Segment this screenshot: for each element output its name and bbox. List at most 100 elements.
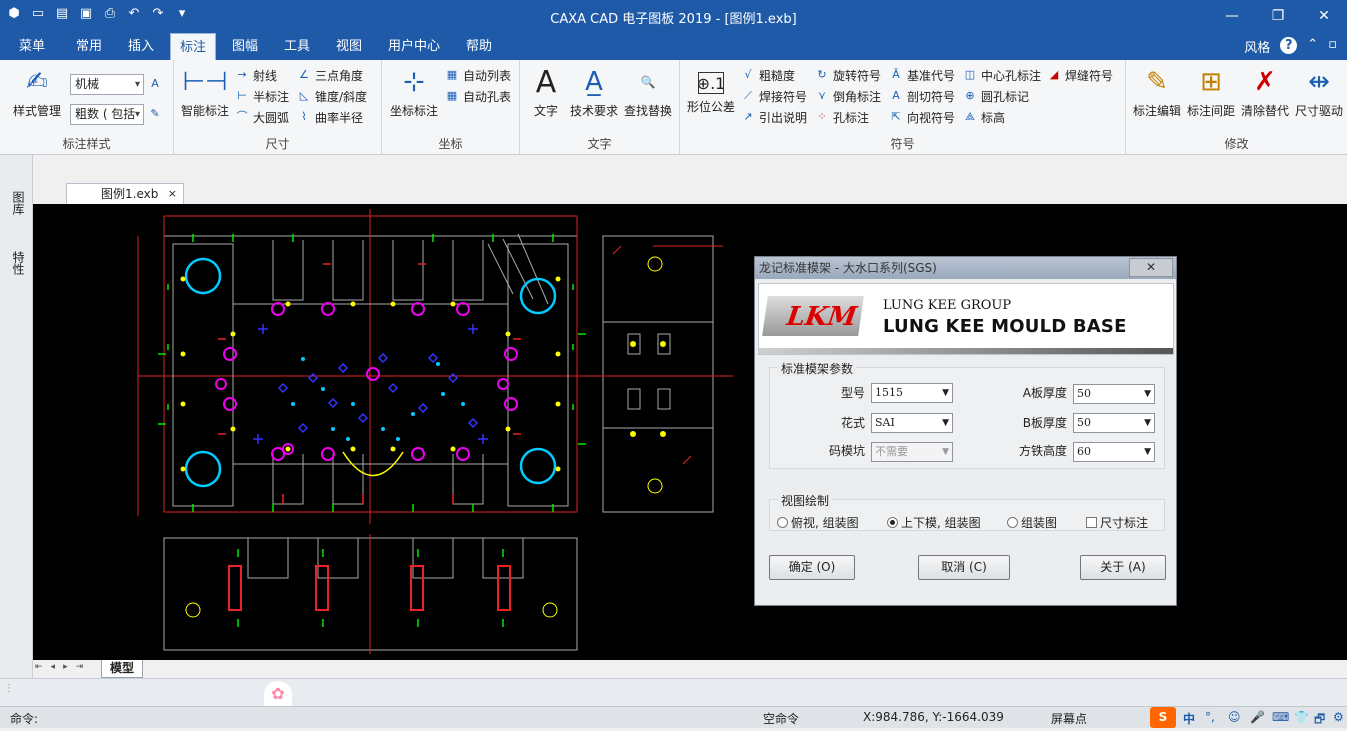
tab-help[interactable]: 帮助 <box>456 33 502 60</box>
half-dimension-button[interactable]: ⊢ 半标注 <box>234 86 289 106</box>
geometric-tolerance-icon: ⊕.1 <box>696 72 726 94</box>
pattern-select[interactable]: SAI <box>871 413 953 433</box>
tab-user-center[interactable]: 用户中心 <box>380 33 448 60</box>
next-layout-icon[interactable]: ▸ <box>63 662 68 672</box>
pattern-label: 花式 <box>840 416 865 430</box>
radio-icon <box>777 517 788 528</box>
curvature-radius-button[interactable]: ⌇ 曲率半径 <box>296 107 363 127</box>
section-symbol-button[interactable]: A 剖切符号 <box>888 86 955 106</box>
auto-hole-table-button[interactable]: ▦ 自动孔表 <box>444 86 511 106</box>
snap-mode[interactable]: 屏幕点 <box>1051 710 1087 727</box>
prev-layout-icon[interactable]: ◂ <box>51 662 56 672</box>
ime-punct-icon[interactable]: °, <box>1205 710 1215 724</box>
first-layout-icon[interactable]: ⇤ <box>35 662 43 672</box>
auto-list-button[interactable]: ▦ 自动列表 <box>444 65 511 85</box>
keyboard-icon[interactable]: ⌨ <box>1272 710 1289 724</box>
close-icon[interactable]: × <box>168 184 177 204</box>
half-dimension-label: 半标注 <box>253 89 290 104</box>
ime-lang[interactable]: 中 <box>1183 710 1195 727</box>
emoji-icon[interactable]: ☺ <box>1228 710 1241 724</box>
mould-base-dialog: 龙记标准模架 - 大水口系列(SGS) ✕ LKM LUNG KEE GROUP… <box>754 256 1177 606</box>
tab-sheet[interactable]: 图幅 <box>222 33 268 60</box>
radio-top-view[interactable]: 俯视, 组装图 <box>777 514 859 531</box>
text-button[interactable]: A 文字 <box>524 64 568 119</box>
chamfer-dimension-button[interactable]: ⋎ 倒角标注 <box>814 86 881 106</box>
dimension-edit-button[interactable]: ✎ 标注编辑 <box>1130 66 1184 119</box>
ok-button[interactable]: 确定 (O) <box>769 555 855 580</box>
tab-view[interactable]: 视图 <box>326 33 372 60</box>
dimension-drive-button[interactable]: ⇹ 尺寸驱动 <box>1292 66 1346 119</box>
minimize-button[interactable]: — <box>1209 0 1255 33</box>
text-style-icon[interactable]: A <box>147 74 163 94</box>
hole-dimension-button[interactable]: ⁘ 孔标注 <box>814 107 869 127</box>
last-layout-icon[interactable]: ⇥ <box>76 662 84 672</box>
tabbar-right: 风格 ? ⌃ ▫ <box>1244 37 1337 56</box>
spacer-height-select[interactable]: 60 <box>1073 442 1155 462</box>
tab-insert[interactable]: 插入 <box>118 33 164 60</box>
rotation-symbol-button[interactable]: ↻ 旋转符号 <box>814 65 881 85</box>
coordinate-dimension-button[interactable]: ⊹ 坐标标注 <box>386 66 442 119</box>
dimension-spacing-button[interactable]: ⊞ 标注间距 <box>1184 66 1238 119</box>
tab-common[interactable]: 常用 <box>66 33 112 60</box>
group-symbol: ⊕.1 形位公差 √ 粗糙度 ⟋ 焊接符号 ↗ 引出说明 ↻ 旋转符号 ⋎ 倒角标注 ⁘ 孔… <box>680 60 1126 155</box>
b-plate-select[interactable]: 50 <box>1073 413 1155 433</box>
status-bar: 命令: 空命令 X:984.786, Y:-1664.039 屏幕点 S 中 °… <box>0 706 1347 728</box>
tab-tools[interactable]: 工具 <box>274 33 320 60</box>
command-area[interactable]: ⋮ ✿ <box>0 678 1347 707</box>
mic-icon[interactable]: 🎤 <box>1250 710 1265 724</box>
restore-doc-icon[interactable]: ▫ <box>1328 37 1337 56</box>
round-hole-mark-button[interactable]: ⊕ 圆孔标记 <box>962 86 1029 106</box>
style-combo-1[interactable]: 机械 <box>70 74 144 95</box>
text-icon: A <box>535 64 557 100</box>
ime-logo-icon[interactable]: S <box>1150 707 1176 728</box>
curvature-icon: ⌇ <box>301 110 307 123</box>
tab-menu[interactable]: 菜单 <box>10 33 54 60</box>
tab-annotate[interactable]: 标注 <box>170 33 216 60</box>
view-direction-button[interactable]: ⇱ 向视符号 <box>888 107 955 127</box>
checkbox-dimension[interactable]: 尺寸标注 <box>1086 514 1148 531</box>
geometric-tolerance-button[interactable]: ⊕.1 形位公差 <box>684 66 738 115</box>
style-manager-button[interactable]: ✍ 样式管理 <box>8 66 66 119</box>
skin-icon[interactable]: 👕 <box>1294 710 1309 724</box>
help-icon[interactable]: ? <box>1280 37 1298 54</box>
weld-symbol-button[interactable]: ⟋ 焊接符号 <box>740 86 807 106</box>
dialog-close-button[interactable]: ✕ <box>1129 258 1173 277</box>
settings-icon[interactable]: ⚙ <box>1333 710 1344 724</box>
checkbox-icon <box>1086 517 1097 528</box>
weld-seam-icon: ◢ <box>1049 68 1059 81</box>
close-button[interactable]: ✕ <box>1301 0 1347 33</box>
radio-upper-lower[interactable]: 上下模, 组装图 <box>887 514 981 531</box>
tab-model[interactable]: 模型 <box>101 660 143 678</box>
center-hole-button[interactable]: ◫ 中心孔标注 <box>962 65 1041 85</box>
library-panel-tab[interactable]: 图库 <box>10 191 25 215</box>
coordinate-dimension-label: 坐标标注 <box>389 104 438 118</box>
taper-slope-button[interactable]: ◺ 锥度/斜度 <box>296 86 367 106</box>
datum-code-button[interactable]: Ā 基准代号 <box>888 65 955 85</box>
three-point-angle-button[interactable]: ∠ 三点角度 <box>296 65 363 85</box>
clamp-slot-select[interactable]: 不需要 <box>871 442 953 462</box>
smart-dimension-icon: ⊢⊣ <box>182 67 228 97</box>
model-select[interactable]: 1515 <box>871 383 953 403</box>
smart-dimension-button[interactable]: ⊢⊣ 智能标注 <box>178 66 232 119</box>
document-tab[interactable]: 图例1.exb × <box>66 183 184 204</box>
weld-seam-button[interactable]: ◢ 焊缝符号 <box>1046 65 1113 85</box>
elevation-label: 标高 <box>981 110 1006 125</box>
about-button[interactable]: 关于 (A) <box>1080 555 1166 580</box>
ray-button[interactable]: → 射线 <box>234 65 277 85</box>
roughness-button[interactable]: √ 粗糙度 <box>740 65 795 85</box>
large-arc-button[interactable]: ⌒ 大圆弧 <box>234 107 290 127</box>
radio-assembly[interactable]: 组装图 <box>1007 514 1057 531</box>
clear-override-button[interactable]: ✗ 清除替代 <box>1238 66 1292 119</box>
cancel-button[interactable]: 取消 (C) <box>918 555 1010 580</box>
find-replace-button[interactable]: 🔍 查找替换 <box>622 66 674 119</box>
tech-requirements-button[interactable]: A̲ 技术要求 <box>568 66 620 119</box>
leader-note-button[interactable]: ↗ 引出说明 <box>740 107 807 127</box>
properties-panel-tab[interactable]: 特性 <box>10 251 25 275</box>
a-plate-select[interactable]: 50 <box>1073 384 1155 404</box>
style-menu[interactable]: 风格 <box>1244 37 1270 56</box>
brush-icon[interactable]: ✎ <box>147 104 163 124</box>
elevation-button[interactable]: ⟁ 标高 <box>962 107 1005 127</box>
ribbon-collapse-icon[interactable]: ⌃ <box>1307 37 1318 56</box>
restore-button[interactable]: ❐ <box>1255 0 1301 33</box>
style-combo-2[interactable]: 粗数 ( 包括 <box>70 104 144 125</box>
